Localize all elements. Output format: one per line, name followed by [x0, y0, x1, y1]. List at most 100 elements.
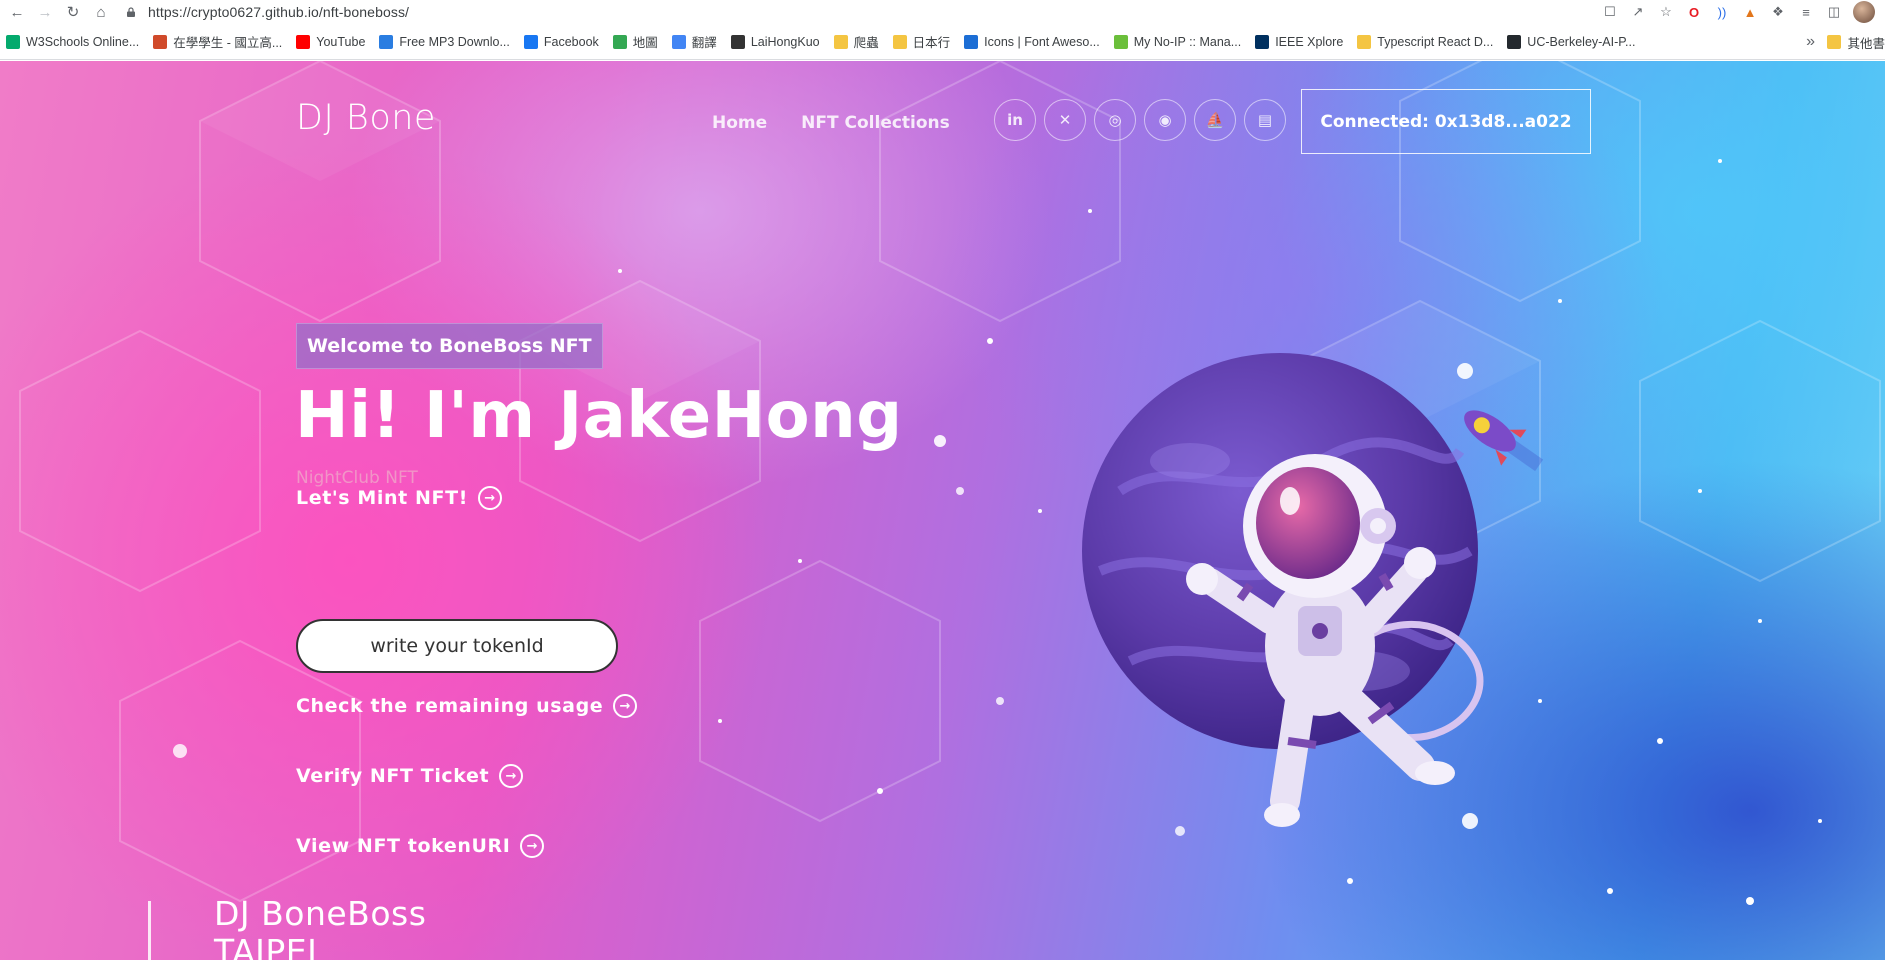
bookmark-label: 在學學生 - 國立高...: [173, 36, 283, 50]
headphones-icon: [379, 34, 394, 49]
noip-icon: [1113, 34, 1128, 49]
view-token-uri-link[interactable]: View NFT tokenURI →: [296, 834, 545, 858]
bookmark-label: IEEE Xplore: [1275, 34, 1344, 49]
metamask-icon[interactable]: ▲: [1741, 3, 1759, 21]
url-field[interactable]: https://crypto0627.github.io/nft-bonebos…: [126, 1, 1601, 23]
reading-list-icon[interactable]: ≡: [1797, 3, 1815, 21]
ieee-icon: [1255, 34, 1270, 49]
opera-extension-icon[interactable]: O: [1685, 3, 1703, 21]
check-usage-link[interactable]: Check the remaining usage →: [296, 694, 638, 718]
maps-icon: [612, 34, 627, 49]
bookmark-label: YouTube: [316, 34, 366, 49]
token-id-input[interactable]: [296, 619, 618, 673]
rocket: [1464, 410, 1544, 472]
nav-link-home[interactable]: Home: [712, 113, 767, 133]
flag-icon: [964, 34, 979, 49]
bookmark-label: 日本行: [912, 36, 951, 50]
profile-avatar[interactable]: [1853, 1, 1875, 23]
arrow-right-circle-icon: →: [477, 486, 502, 510]
bookmark-item[interactable]: 地圖: [612, 32, 658, 51]
bookmark-label: W3Schools Online...: [26, 34, 140, 49]
browser-address-bar: ← → ↻ ⌂ https://crypto0627.github.io/nft…: [0, 0, 1885, 24]
folder-icon: [1357, 34, 1372, 49]
github-icon[interactable]: ◉: [1144, 99, 1186, 141]
opensea-icon[interactable]: ⛵: [1194, 99, 1236, 141]
bookmark-label: LaiHongKuo: [750, 34, 820, 49]
section-divider: [148, 901, 151, 960]
side-panel-icon[interactable]: ◫: [1825, 3, 1843, 21]
view-token-uri-label: View NFT tokenURI: [296, 835, 511, 857]
back-icon[interactable]: ←: [6, 1, 28, 23]
bookmark-item[interactable]: 爬蟲: [833, 32, 879, 51]
section-title: DJ BoneBoss TAIPEI: [214, 895, 426, 960]
facebook-icon: [523, 34, 538, 49]
bookmark-item[interactable]: IEEE Xplore: [1255, 34, 1344, 49]
connect-wallet-button[interactable]: Connected: 0x13d8...a022: [1301, 89, 1591, 154]
verify-ticket-label: Verify NFT Ticket: [296, 765, 490, 787]
bookmark-item[interactable]: 翻譯: [671, 32, 717, 51]
bookmark-item[interactable]: Free MP3 Downlo...: [379, 34, 510, 49]
mint-nft-link[interactable]: Let's Mint NFT! →: [296, 486, 502, 510]
check-usage-label: Check the remaining usage: [296, 695, 604, 717]
bookmark-label: UC-Berkeley-AI-P...: [1527, 34, 1636, 49]
other-bookmarks-folder[interactable]: 其他書: [1819, 24, 1885, 59]
instagram-icon[interactable]: ◎: [1094, 99, 1136, 141]
school-icon: [153, 34, 168, 49]
hero-title: Hi! I'm JakeHong: [295, 379, 903, 453]
arrow-right-circle-icon: →: [499, 764, 524, 788]
bookmarks-overflow-button[interactable]: »: [1806, 24, 1815, 59]
folder-icon: [1827, 35, 1842, 49]
share-icon[interactable]: ↗: [1629, 3, 1647, 21]
rss-extension-icon[interactable]: )): [1713, 3, 1731, 21]
bookmark-label: 地圖: [632, 36, 658, 50]
bookmark-label: 爬蟲: [853, 36, 879, 50]
translate-icon: [671, 34, 686, 49]
bookmark-label: 翻譯: [691, 36, 717, 50]
other-bookmarks-label: 其他書: [1847, 36, 1885, 51]
folder-icon: [833, 34, 848, 49]
brand-logo[interactable]: DJ Bone: [296, 98, 436, 138]
bookmark-item[interactable]: 日本行: [892, 32, 951, 51]
twitter-icon[interactable]: ✕: [1044, 99, 1086, 141]
translate-page-icon[interactable]: ☐: [1601, 3, 1619, 21]
section-title-line2: TAIPEI: [214, 932, 318, 960]
bookmark-item[interactable]: LaiHongKuo: [730, 34, 820, 49]
verify-ticket-link[interactable]: Verify NFT Ticket →: [296, 764, 524, 788]
lock-icon: [127, 7, 135, 17]
bookmark-item[interactable]: W3Schools Online...: [6, 34, 140, 49]
hero-subtitle: NightClub NFT: [296, 468, 418, 488]
bookmark-label: Icons | Font Aweso...: [984, 34, 1100, 49]
youtube-icon: [296, 34, 311, 49]
linkedin-icon[interactable]: in: [994, 99, 1036, 141]
section-title-line1: DJ BoneBoss: [214, 894, 427, 933]
bookmark-item[interactable]: My No-IP :: Mana...: [1113, 34, 1242, 49]
github-icon: [1507, 34, 1522, 49]
bookmarks-bar: W3Schools Online... 在學學生 - 國立高... YouTube F…: [0, 24, 1885, 60]
bookmark-item[interactable]: 在學學生 - 國立高...: [153, 32, 282, 51]
folder-icon: [892, 34, 907, 49]
bookmark-label: Facebook: [543, 34, 599, 49]
page-hero-background: DJ Bone Home NFT Collections in ✕ ◎ ◉ ⛵ ▤ Con…: [0, 61, 1885, 960]
document-icon[interactable]: ▤: [1244, 99, 1286, 141]
url-text: https://crypto0627.github.io/nft-bonebos…: [148, 4, 410, 20]
astronaut-planet-illustration: [1082, 353, 1544, 827]
reload-icon[interactable]: ↻: [62, 1, 84, 23]
bookmark-item[interactable]: Typescript React D...: [1357, 34, 1494, 49]
bookmark-item[interactable]: Facebook: [523, 34, 599, 49]
nav-link-nft-collections[interactable]: NFT Collections: [801, 113, 950, 133]
bookmark-label: Typescript React D...: [1377, 34, 1494, 49]
globe-icon: [730, 34, 745, 49]
bookmark-label: Free MP3 Downlo...: [399, 34, 510, 49]
forward-icon[interactable]: →: [34, 1, 56, 23]
bookmark-star-icon[interactable]: ☆: [1657, 3, 1675, 21]
home-icon[interactable]: ⌂: [90, 1, 112, 23]
arrow-right-circle-icon: →: [613, 694, 638, 718]
main-nav: Home NFT Collections: [712, 113, 950, 133]
bookmark-label: My No-IP :: Mana...: [1133, 34, 1242, 49]
bookmark-item[interactable]: YouTube: [296, 34, 366, 49]
mint-nft-label: Let's Mint NFT!: [296, 487, 468, 509]
extensions-puzzle-icon[interactable]: ❖: [1769, 3, 1787, 21]
bookmark-item[interactable]: UC-Berkeley-AI-P...: [1507, 34, 1636, 49]
social-links: in ✕ ◎ ◉ ⛵ ▤: [994, 99, 1286, 141]
bookmark-item[interactable]: Icons | Font Aweso...: [964, 34, 1100, 49]
